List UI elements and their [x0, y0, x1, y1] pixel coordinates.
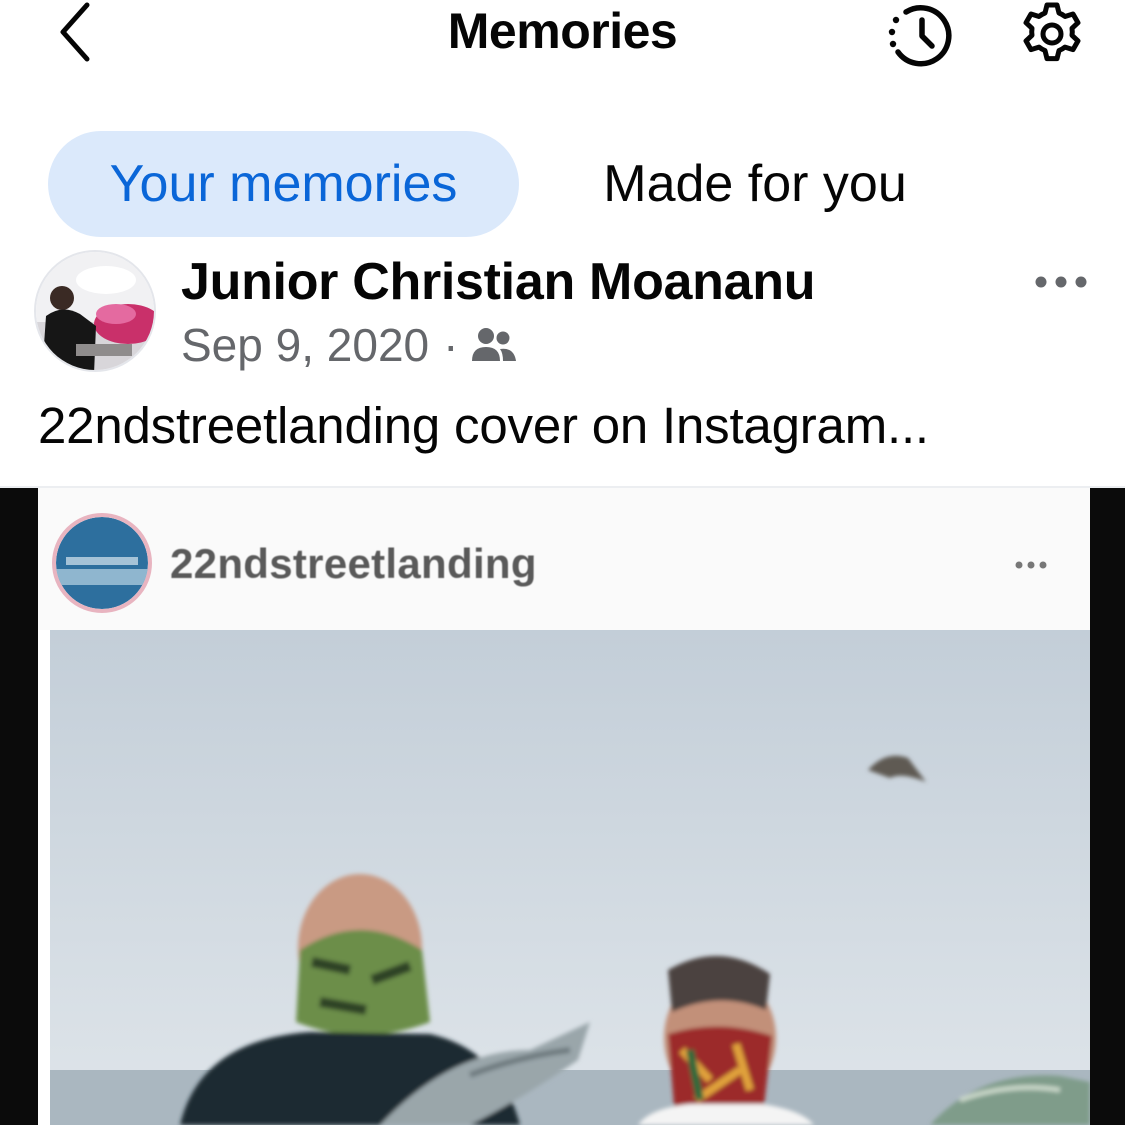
instagram-username: 22ndstreetlanding [170, 540, 537, 587]
fishing-photo [50, 630, 1090, 1125]
history-button[interactable] [880, 0, 960, 68]
author-name[interactable]: Junior Christian Moananu [181, 252, 815, 312]
tab-made-for-you[interactable]: Made for you [560, 131, 950, 237]
tab-your-memories[interactable]: Your memories [48, 131, 519, 237]
more-horizontal-icon [1035, 276, 1087, 288]
instagram-header: 22ndstreetlanding [38, 488, 1090, 630]
instagram-avatar [52, 513, 152, 613]
author-avatar[interactable] [34, 250, 156, 372]
post-date[interactable]: Sep 9, 2020 [181, 318, 429, 372]
gear-icon [1023, 2, 1081, 62]
avatar-image [36, 252, 154, 370]
more-horizontal-icon [1015, 561, 1047, 569]
instagram-more-button [1006, 550, 1056, 580]
history-icon [888, 5, 952, 67]
post-meta: Sep 9, 2020 · [181, 318, 518, 372]
shared-instagram-card: 22ndstreetlanding [38, 488, 1090, 1125]
meta-separator: · [443, 319, 459, 371]
post-caption: 22ndstreetlanding cover on Instagram... [38, 397, 929, 454]
settings-button[interactable] [1012, 0, 1092, 68]
post-media[interactable]: 22ndstreetlanding [0, 488, 1125, 1125]
post-more-button[interactable] [1026, 260, 1096, 304]
top-bar: Memories [0, 0, 1125, 110]
friends-icon [472, 328, 517, 361]
